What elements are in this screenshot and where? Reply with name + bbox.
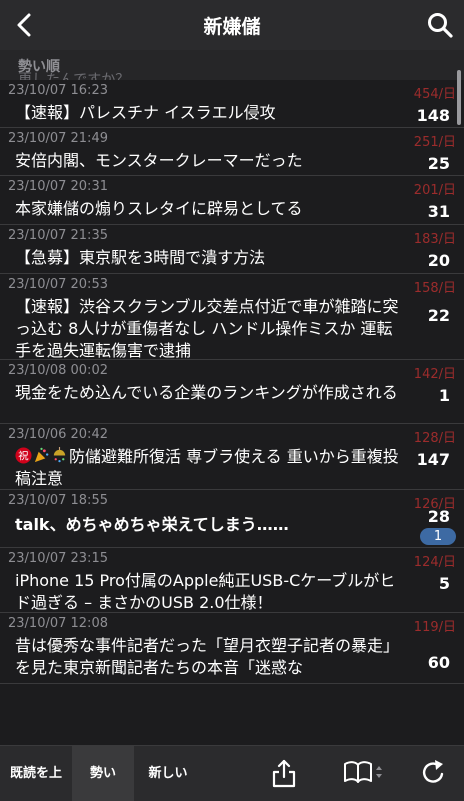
thread-title: 【速報】渋谷スクランブル交差点付近で車が雑踏に突っ込む 8人けが重傷者なし ハン…	[15, 297, 399, 360]
top-bar: 新嫌儲	[0, 0, 464, 50]
thread-title: 【速報】パレスチナ イスラエル侵攻	[15, 103, 276, 122]
thread-title: 本家嫌儲の煽りスレタイに辟易としてる	[15, 199, 303, 218]
celebration-kanji-icon: 祝	[15, 447, 32, 464]
thread-row[interactable]: 23/10/07 20:31 201/日 本家嫌儲の煽りスレタイに辟易としてる …	[0, 176, 464, 225]
thread-date: 23/10/07 20:53	[8, 277, 108, 292]
thread-title: talk、めちゃめちゃ栄えてしまう……	[15, 515, 289, 534]
thread-res-count: 60	[427, 653, 450, 672]
thread-date: 23/10/07 18:55	[8, 493, 108, 508]
thread-res-count: 5	[438, 574, 450, 593]
thread-row[interactable]: 23/10/08 00:02 142/日 現金をため込んでいる企業のランキングが…	[0, 360, 464, 424]
thread-date: 23/10/07 20:31	[8, 179, 108, 194]
thread-res-count: 28	[427, 507, 450, 526]
thread-date: 23/10/07 16:23	[8, 83, 108, 98]
thread-res-count: 22	[427, 306, 450, 325]
thread-res-count: 148	[416, 106, 450, 125]
thread-title: 現金をため込んでいる企業のランキングが作成される	[15, 383, 398, 402]
reload-icon[interactable]	[421, 758, 447, 786]
thread-title: iPhone 15 Pro付属のApple純正USB-Cケーブルがヒド過ぎる –…	[15, 571, 396, 612]
thread-rate: 119/日	[413, 620, 456, 635]
thread-title: 安倍内閣、モンスタークレーマーだった	[15, 151, 303, 170]
thread-rate: 454/日	[413, 87, 456, 102]
party-popper-icon	[34, 447, 49, 463]
thread-row[interactable]: 23/10/07 23:15 124/日 iPhone 15 Pro付属のApp…	[0, 548, 464, 613]
board-title: 新嫌儲	[203, 15, 261, 38]
thread-row[interactable]: 23/10/07 12:08 119/日 昔は優秀な事件記者だった「望月衣塑子記…	[0, 613, 464, 684]
thread-res-count: 1	[438, 386, 450, 405]
thread-date: 23/10/08 00:02	[8, 363, 108, 378]
thread-row[interactable]: 23/10/07 21:49 251/日 安倍内閣、モンスタークレーマーだった …	[0, 128, 464, 176]
thread-row[interactable]: 23/10/07 18:55 126/日 talk、めちゃめちゃ栄えてしまう………	[0, 490, 464, 548]
thread-res-count: 25	[427, 154, 450, 173]
thread-rate: 128/日	[413, 431, 456, 446]
bottom-toolbar: 既読を上 勢い 新しい	[0, 745, 464, 801]
thread-date: 23/10/07 21:35	[8, 228, 108, 243]
sort-header: 更したんですか？ 勢い順	[0, 50, 464, 80]
bookmarks-book-icon[interactable]	[343, 760, 387, 784]
thread-res-count: 31	[427, 202, 450, 221]
sort-mode-label: 勢い順	[18, 59, 60, 75]
thread-title: 昔は優秀な事件記者だった「望月衣塑子記者の暴走」を見た東京新聞記者たちの本音「迷…	[15, 636, 400, 677]
thread-rate: 142/日	[413, 367, 456, 382]
svg-text:祝: 祝	[18, 449, 29, 462]
thread-date: 23/10/07 21:49	[8, 131, 108, 146]
confetti-ball-icon	[53, 447, 66, 463]
thread-title-wrap: 祝 防儲避難所復活 専ブラ使える 重いから重複投稿注意	[15, 446, 400, 490]
thread-title: 防儲避難所復活 専ブラ使える 重いから重複投稿注意	[15, 447, 399, 488]
thread-row[interactable]: 23/10/07 21:35 183/日 【急募】東京駅を3時間で潰す方法 20	[0, 225, 464, 274]
thread-rate: 124/日	[413, 555, 456, 570]
scrollbar[interactable]	[457, 70, 461, 125]
thread-res-count: 20	[427, 251, 450, 270]
thread-row[interactable]: 23/10/06 20:42 128/日 祝 防儲避難所復活 専ブラ使える 重い…	[0, 424, 464, 490]
thread-row[interactable]: 23/10/07 20:53 158/日 【速報】渋谷スクランブル交差点付近で車…	[0, 274, 464, 360]
thread-rate: 183/日	[413, 232, 456, 247]
thread-date: 23/10/06 20:42	[8, 427, 108, 442]
thread-rate: 201/日	[413, 183, 456, 198]
new-post-badge: 1	[420, 528, 456, 545]
thread-title: 【急募】東京駅を3時間で潰す方法	[15, 248, 266, 267]
back-chevron-icon[interactable]	[10, 10, 40, 40]
thread-list: 23/10/07 16:23 454/日 【速報】パレスチナ イスラエル侵攻 1…	[0, 80, 464, 745]
thread-rate: 251/日	[413, 135, 456, 150]
thread-row[interactable]: 23/10/07 16:23 454/日 【速報】パレスチナ イスラエル侵攻 1…	[0, 80, 464, 128]
thread-rate: 158/日	[413, 281, 456, 296]
tab-read-first[interactable]: 既読を上	[0, 746, 72, 801]
thread-res-count: 147	[416, 450, 450, 469]
share-icon[interactable]	[271, 758, 297, 788]
search-icon[interactable]	[426, 11, 454, 39]
tab-newest[interactable]: 新しい	[134, 746, 202, 801]
thread-date: 23/10/07 12:08	[8, 616, 108, 631]
tab-momentum[interactable]: 勢い	[72, 746, 134, 801]
thread-date: 23/10/07 23:15	[8, 551, 108, 566]
